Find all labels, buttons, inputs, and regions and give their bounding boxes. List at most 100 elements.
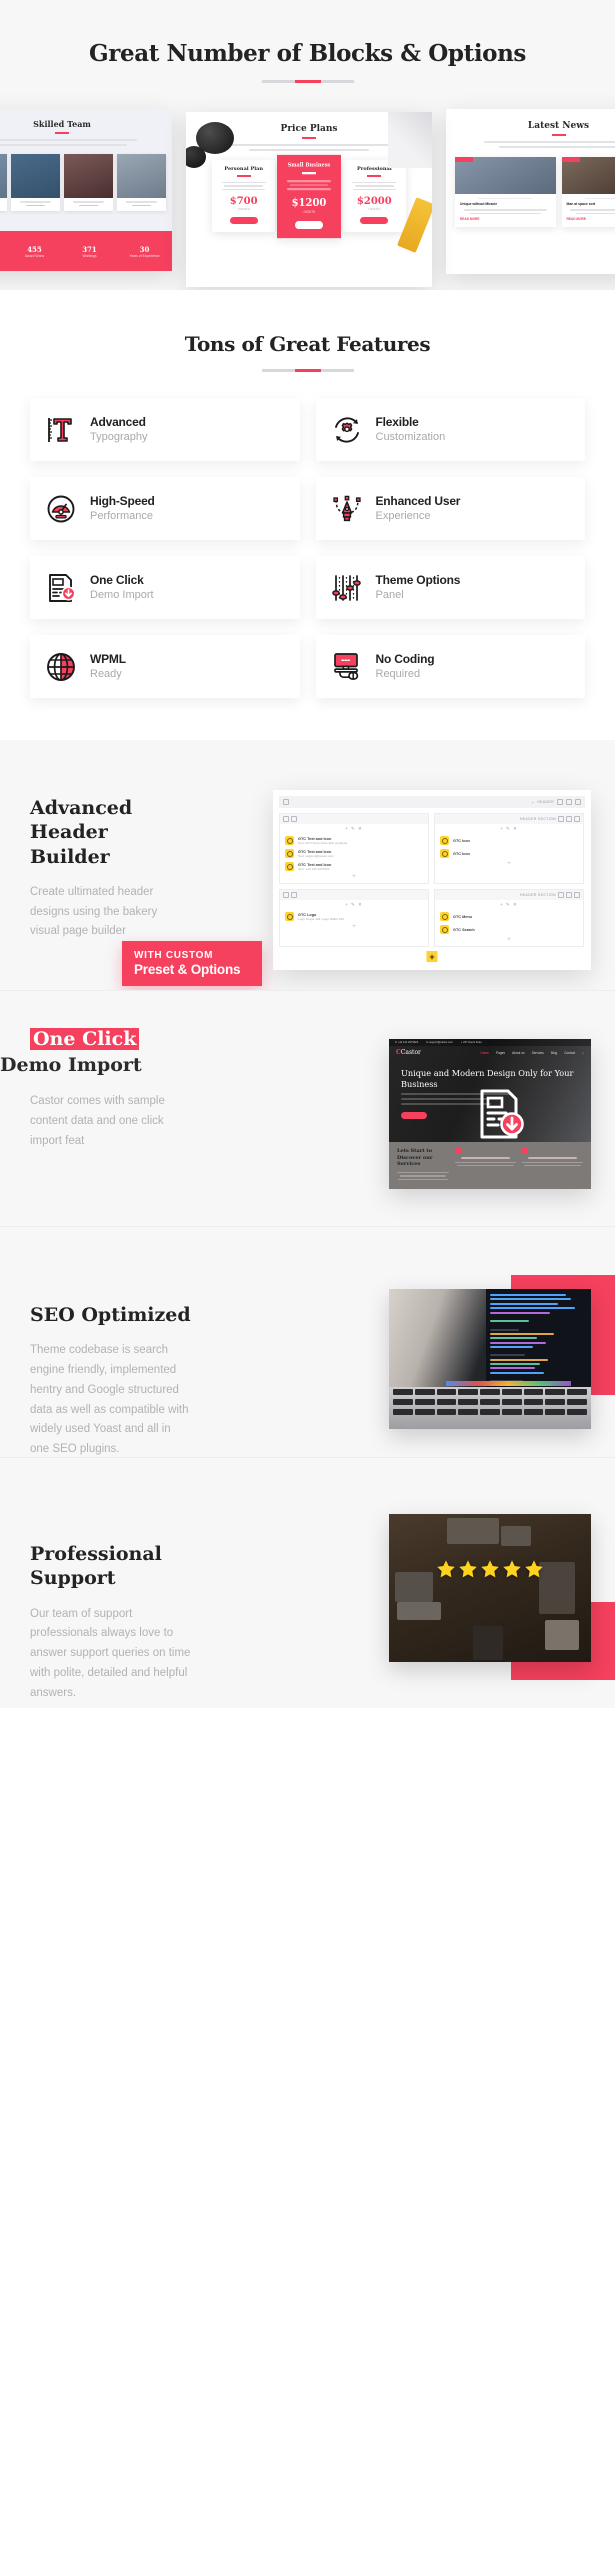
nav-item[interactable]: Contact — [564, 1051, 575, 1055]
read-more-link[interactable]: READ MORE — [460, 217, 551, 221]
feature-card-enhanced-user-experience[interactable]: Enhanced User Experience — [315, 477, 585, 540]
feature-card-flexible-customization[interactable]: Flexible Customization — [315, 398, 585, 461]
mock-panel-toolbar[interactable]: HEADER SECTION — [435, 890, 583, 900]
counter-value: 3000+ — [0, 245, 7, 254]
mock-panel[interactable]: + ✎ ✕ GTC Text and Icon Text: 237 Hours S… — [279, 813, 429, 884]
plan-card[interactable]: Professional $2000 / MONTH — [342, 159, 406, 233]
plan-card[interactable]: Personal Plan $700 / MONTH — [212, 159, 276, 233]
blocks-showcase-section: Great Number of Blocks & Options Skilled… — [0, 0, 615, 290]
header-builder-mockup[interactable]: + HEADER + ✎ ✕ GTC Text and Icon Text: 23… — [273, 790, 591, 970]
move-icon[interactable] — [283, 816, 289, 822]
duplicate-icon[interactable] — [566, 816, 572, 822]
plan-card-featured[interactable]: Small Business $1200 / MONTH — [277, 154, 341, 238]
preview-navbar[interactable]: CCastor Home Pages About us Services Blo… — [389, 1046, 591, 1059]
mock-panel[interactable]: + ✎ ✕ GTC Logo Logo Image 192, Logo Width… — [279, 889, 429, 947]
star-icon — [459, 1560, 477, 1578]
feature-card-no-coding-required[interactable]: No Coding Required — [315, 635, 585, 698]
plan-button[interactable] — [294, 220, 323, 229]
counter-bar: 3000+Happy Clients 455Award Wons 371Work… — [0, 231, 172, 271]
mock-panel[interactable]: HEADER SECTION + ✎ ✕ GTC Icon GTC Icon + — [434, 813, 584, 884]
news-title: Man at space sort — [566, 202, 596, 207]
read-more-link[interactable]: READ MORE — [567, 217, 615, 221]
nav-item[interactable]: Services — [532, 1051, 544, 1055]
feature-text: WPML Ready — [90, 652, 126, 682]
mock-item[interactable]: GTC Text and Icon Text: support@castor.co… — [280, 847, 428, 860]
feature-card-wpml-ready[interactable]: WPML Ready — [30, 635, 300, 698]
columns-icon[interactable] — [291, 816, 297, 822]
edit-icon[interactable] — [558, 892, 564, 898]
mock-panel-tools[interactable]: + ✎ ✕ — [280, 824, 428, 834]
star-icon — [481, 1560, 499, 1578]
mock-item[interactable]: GTC Menu — [435, 910, 583, 923]
seo-body: Theme codebase is search engine friendly… — [30, 1344, 189, 1456]
price-plans-block[interactable]: Price Plans Personal Plan $700 / MONTH S… — [186, 112, 432, 287]
mock-panel-tools[interactable]: + ✎ ✕ — [280, 900, 428, 910]
mock-item[interactable]: GTC Icon — [435, 834, 583, 847]
mock-item[interactable]: GTC Icon — [435, 847, 583, 860]
mock-panel-toolbar[interactable] — [280, 890, 428, 900]
mock-panel-toolbar[interactable]: HEADER SECTION — [435, 814, 583, 824]
news-card[interactable]: Unique without Miracle READ MORE — [455, 156, 556, 228]
header-builder-heading: Advanced Header Builder — [30, 797, 133, 868]
mock-panel[interactable]: HEADER SECTION + ✎ ✕ GTC Menu GTC Search… — [434, 889, 584, 947]
team-card[interactable] — [0, 153, 7, 212]
demo-site-preview[interactable]: ✆ +44 141 2973622 ✉ support@castor.com ⌖… — [389, 1039, 591, 1189]
demo-import-text: One Click Demo Import Castor comes with … — [0, 1027, 196, 1152]
feature-subtitle: Performance — [90, 509, 153, 522]
move-icon[interactable] — [283, 799, 289, 805]
nav-item[interactable]: About us — [512, 1051, 525, 1055]
plan-button[interactable] — [360, 217, 389, 225]
mock-add-element[interactable]: + — [435, 860, 583, 870]
feature-title: Theme Options — [375, 572, 461, 587]
feature-card-advanced-typography[interactable]: Advanced Typography — [30, 398, 300, 461]
mock-panel-tools[interactable]: + ✎ ✕ — [435, 900, 583, 910]
edit-icon[interactable] — [557, 799, 563, 805]
counter-label: Award Wons — [24, 253, 45, 258]
support-section: Professional Support Our team of support… — [0, 1458, 615, 1708]
close-icon[interactable] — [575, 799, 581, 805]
feature-card-high-speed-performance[interactable]: High-Speed Performance — [30, 477, 300, 540]
latest-news-block[interactable]: Latest News Unique without Miracle READ … — [446, 109, 615, 274]
skilled-team-block[interactable]: Skilled Team 3000+Happy Clients 455Award… — [0, 109, 172, 271]
team-card[interactable] — [117, 153, 166, 212]
move-icon[interactable] — [283, 892, 289, 898]
team-card[interactable] — [64, 153, 113, 212]
nav-item[interactable]: Home — [480, 1051, 489, 1055]
news-title: Unique without Miracle — [460, 202, 498, 207]
badge-line-2: Preset & Options — [134, 962, 241, 977]
gear-refresh-icon — [330, 413, 364, 447]
team-card[interactable] — [11, 153, 60, 212]
mock-add-element[interactable]: + — [280, 923, 428, 933]
duplicate-icon[interactable] — [566, 799, 572, 805]
mock-item[interactable]: GTC Text and Icon Text: 237 Hours Suite 4… — [280, 834, 428, 847]
plan-name: Small Business — [287, 161, 331, 169]
feature-card-one-click-demo-import[interactable]: One Click Demo Import — [30, 556, 300, 619]
nav-item[interactable]: Pages — [496, 1051, 505, 1055]
mock-add-row-button[interactable]: + — [426, 951, 438, 962]
mock-panel-toolbar[interactable] — [280, 814, 428, 824]
mock-item[interactable]: GTC Search — [435, 923, 583, 936]
mock-add-element[interactable]: + — [280, 873, 428, 883]
mock-item[interactable]: GTC Logo Logo Image 192, Logo Width 140 — [280, 910, 428, 923]
duplicate-icon[interactable] — [566, 892, 572, 898]
star-icon — [503, 1560, 521, 1578]
close-icon[interactable] — [574, 816, 580, 822]
mock-panel-tools[interactable]: + ✎ ✕ — [435, 824, 583, 834]
search-icon[interactable]: ⌕ — [582, 1051, 584, 1055]
news-card[interactable]: Man at space sort READ MORE — [561, 156, 615, 228]
preview-cta-button[interactable] — [401, 1112, 427, 1120]
edit-icon[interactable] — [558, 816, 564, 822]
mock-item[interactable]: GTC Text and Icon Text: +44 141 2973622 — [280, 860, 428, 873]
feature-card-theme-options-panel[interactable]: Theme Options Panel — [315, 556, 585, 619]
blocks-section-title: Great Number of Blocks & Options — [89, 40, 526, 67]
close-icon[interactable] — [574, 892, 580, 898]
nav-item[interactable]: Blog — [551, 1051, 557, 1055]
mock-window-toolbar[interactable]: + HEADER — [279, 796, 585, 808]
columns-icon[interactable] — [291, 892, 297, 898]
title-divider — [261, 80, 354, 83]
mock-add-icon[interactable]: + — [532, 800, 535, 805]
mock-add-element[interactable]: + — [435, 936, 583, 946]
element-icon — [440, 925, 449, 934]
paper-fold-decor — [388, 112, 432, 168]
plan-button[interactable] — [229, 217, 258, 225]
